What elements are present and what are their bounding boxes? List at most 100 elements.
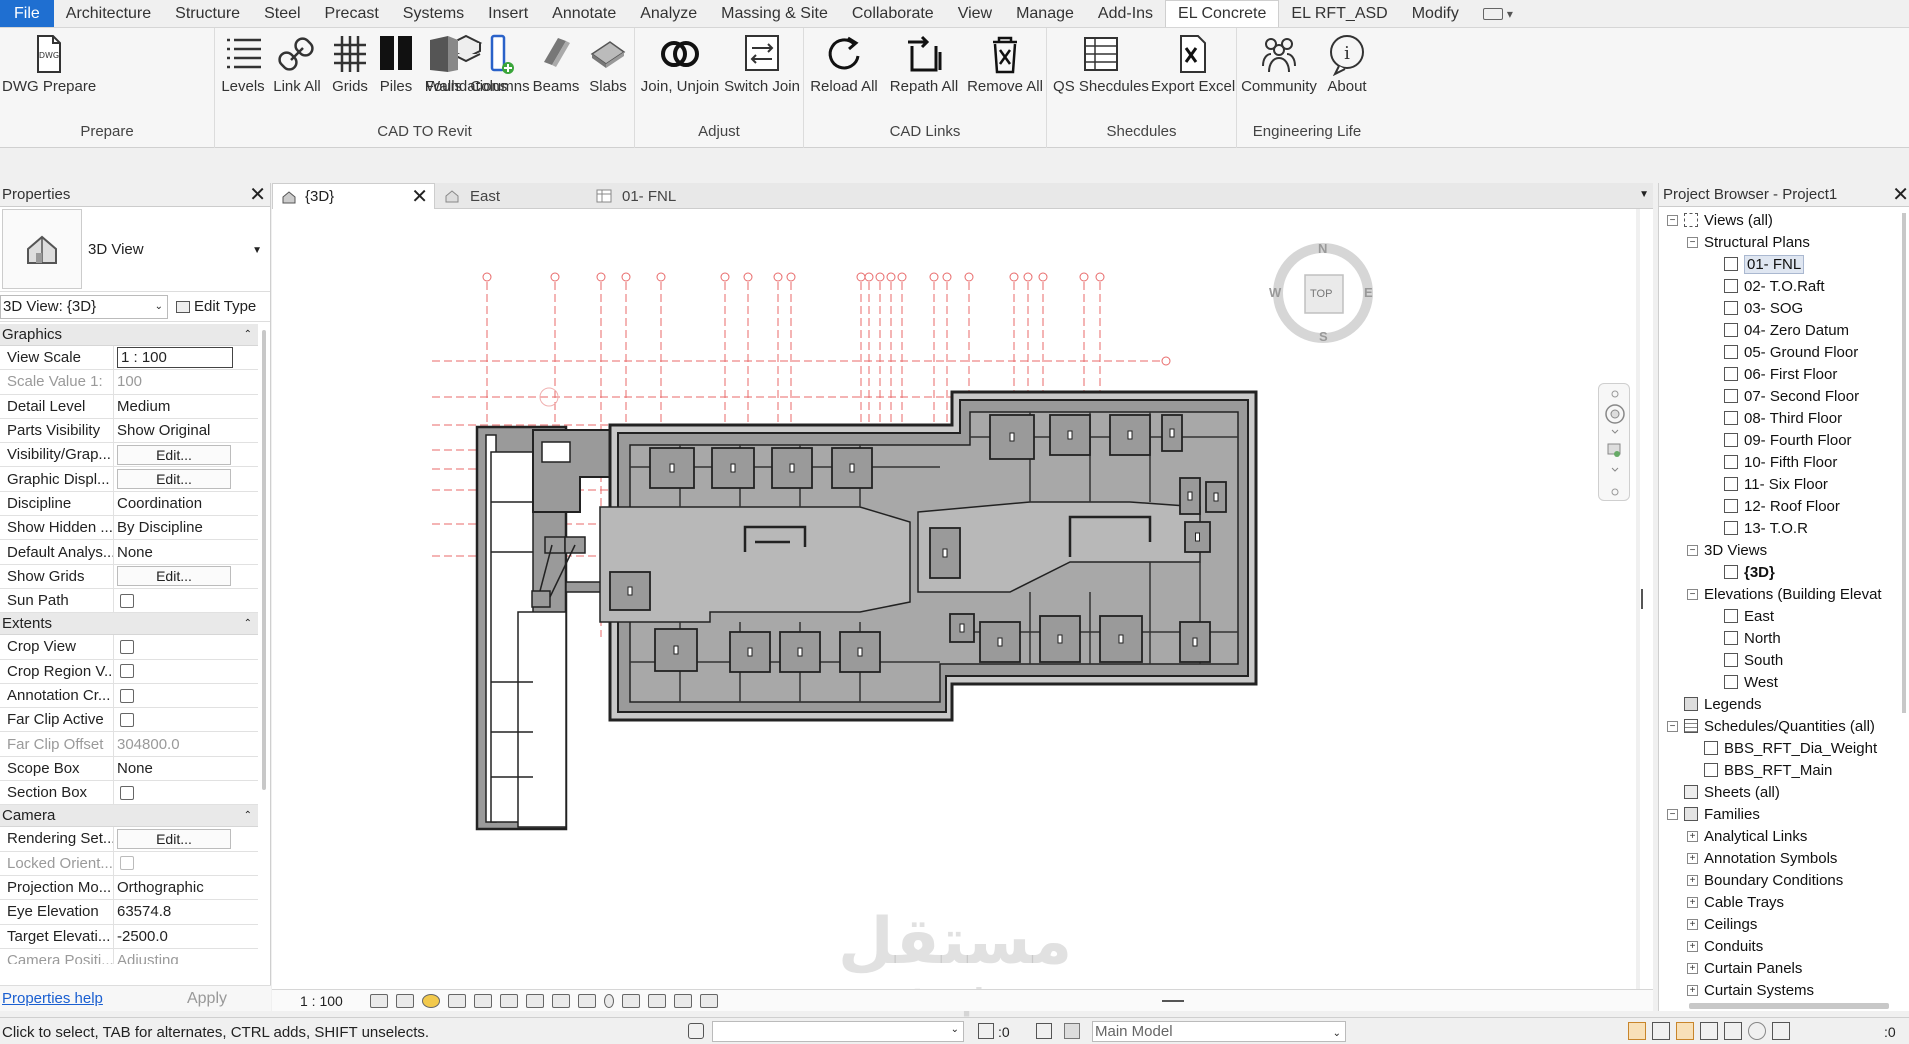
menu-tab-steel[interactable]: Steel [252,0,312,27]
render-icon[interactable] [474,993,492,1008]
property-value-cell[interactable]: 1 : 100 [114,346,258,369]
properties-help-link[interactable]: Properties help [0,990,103,1007]
property-value[interactable]: By Discipline [117,519,203,536]
workset-selector[interactable]: ⌄ [712,1021,964,1042]
view-scale[interactable]: 1 : 100 [300,993,370,1009]
category-extents[interactable]: Extents ⌃ [0,613,258,636]
checkbox[interactable] [120,688,134,703]
menu-tab-file[interactable]: File [0,0,54,27]
collapse-icon[interactable]: − [1667,720,1678,732]
close-icon[interactable]: ✕ [1892,185,1909,205]
browser-item[interactable]: 06- First Floor [1659,363,1897,385]
checkbox[interactable] [120,639,134,654]
property-value-cell[interactable]: Edit... [114,467,258,490]
menu-tab-architecture[interactable]: Architecture [54,0,163,27]
collapse-icon[interactable]: − [1687,236,1698,248]
collapse-icon[interactable]: − [1687,544,1698,556]
collapse-icon[interactable]: − [1667,214,1678,226]
property-value-cell[interactable] [114,781,258,804]
viewcube[interactable]: TOP N S E W [1269,241,1373,344]
tab-east[interactable]: East [436,183,586,209]
edit-button[interactable]: Edit... [117,469,231,490]
collapse-icon[interactable]: ⌃ [244,810,252,821]
browser-item[interactable]: 13- T.O.R [1659,517,1897,539]
property-value-cell[interactable] [114,684,258,707]
property-value-cell[interactable] [114,589,258,612]
tabs-menu-icon[interactable]: ▼ [1639,189,1649,200]
property-value-cell[interactable]: Show Original [114,419,258,442]
edit-button[interactable]: Edit... [117,828,231,849]
property-value-cell[interactable]: -2500.0 [114,925,258,948]
collapse-icon[interactable]: ⌃ [244,618,252,629]
steering-wheel-icon[interactable] [1599,384,1631,502]
select-by-face-icon[interactable] [1700,1022,1718,1040]
edit-button[interactable]: Edit... [117,566,231,587]
viewcube-south[interactable]: S [1319,329,1328,344]
menu-tab-view[interactable]: View [946,0,1004,27]
switch-join-button[interactable]: Switch Join [721,32,803,102]
category-graphics[interactable]: Graphics ⌃ [0,324,258,346]
menu-tab-analyze[interactable]: Analyze [628,0,709,27]
property-value[interactable]: 63574.8 [117,903,171,920]
property-value[interactable]: None [117,544,153,561]
menu-tab-massing-site[interactable]: Massing & Site [709,0,840,27]
menu-tab-insert[interactable]: Insert [476,0,540,27]
browser-item[interactable]: 02- T.O.Raft [1659,275,1897,297]
canvas-scrollbar[interactable] [1640,209,1653,989]
reveal-constraints-icon[interactable] [700,993,718,1008]
repath-all-button[interactable]: Repath All [884,32,964,102]
instance-selector[interactable]: 3D View: {3D} ⌄ [0,294,168,319]
browser-item[interactable]: 01- FNL [1659,253,1897,275]
grid-bubble[interactable] [942,272,952,282]
property-value-cell[interactable] [114,660,258,683]
property-value-cell[interactable]: Orthographic [114,876,258,899]
walls-button[interactable]: Walls [414,32,474,102]
grid-bubble[interactable] [482,272,492,282]
property-value-cell[interactable]: Medium [114,395,258,418]
chevron-down-icon[interactable]: ▼ [252,245,262,256]
worksets-icon[interactable] [688,1023,704,1039]
collapse-icon[interactable]: − [1667,808,1678,820]
browser-item[interactable]: + Analytical Links [1659,825,1897,847]
drawing-canvas[interactable]: TOP N S E W مستقل [272,209,1636,989]
expand-icon[interactable]: + [1687,896,1698,908]
browser-scrollbar[interactable] [1901,213,1907,993]
viewcube-north[interactable]: N [1318,241,1327,256]
property-value[interactable]: Medium [117,398,170,415]
qs-schedules-button[interactable]: QS Shecdules [1051,32,1151,102]
grid-bubble[interactable] [550,272,560,282]
beams-button[interactable]: Beams [526,32,586,102]
grids-button[interactable]: Grids [325,32,375,102]
grid-bubble[interactable] [743,272,753,282]
remove-all-button[interactable]: Remove All [964,32,1046,102]
tab-01-fnl[interactable]: 01- FNL [588,183,768,209]
select-links-icon[interactable] [1628,1022,1646,1040]
browser-item[interactable]: 10- Fifth Floor [1659,451,1897,473]
community-button[interactable]: Community [1237,32,1321,102]
quick-access-dropdown[interactable]: ▾ [1471,0,1525,27]
reload-all-button[interactable]: Reload All [804,32,884,102]
select-pinned-icon[interactable] [1676,1022,1694,1040]
scrollbar-handle[interactable] [1162,1000,1184,1002]
grid-bubble[interactable] [621,272,631,282]
menu-tab-annotate[interactable]: Annotate [540,0,628,27]
drag-elements-icon[interactable] [1724,1022,1742,1040]
grid-bubble[interactable] [720,272,730,282]
shadows-icon[interactable] [448,993,466,1008]
browser-item[interactable]: 08- Third Floor [1659,407,1897,429]
reveal-hidden-icon[interactable] [604,993,614,1008]
property-value[interactable]: Orthographic [117,879,204,896]
menu-tab-structure[interactable]: Structure [163,0,252,27]
design-options-icon[interactable] [1036,1023,1052,1039]
menu-tab-add-ins[interactable]: Add-Ins [1086,0,1165,27]
design-options-active-icon[interactable] [1064,1023,1080,1039]
property-input[interactable]: 1 : 100 [117,347,233,369]
grid-bubble[interactable] [1079,272,1089,282]
browser-item[interactable]: North [1659,627,1897,649]
expand-icon[interactable]: + [1687,874,1698,886]
browser-item[interactable]: 04- Zero Datum [1659,319,1897,341]
browser-item[interactable]: + Ceilings [1659,913,1897,935]
highlight-displacement-icon[interactable] [674,993,692,1008]
browser-item[interactable]: West [1659,671,1897,693]
edit-type-button[interactable]: Edit Type [176,298,256,315]
